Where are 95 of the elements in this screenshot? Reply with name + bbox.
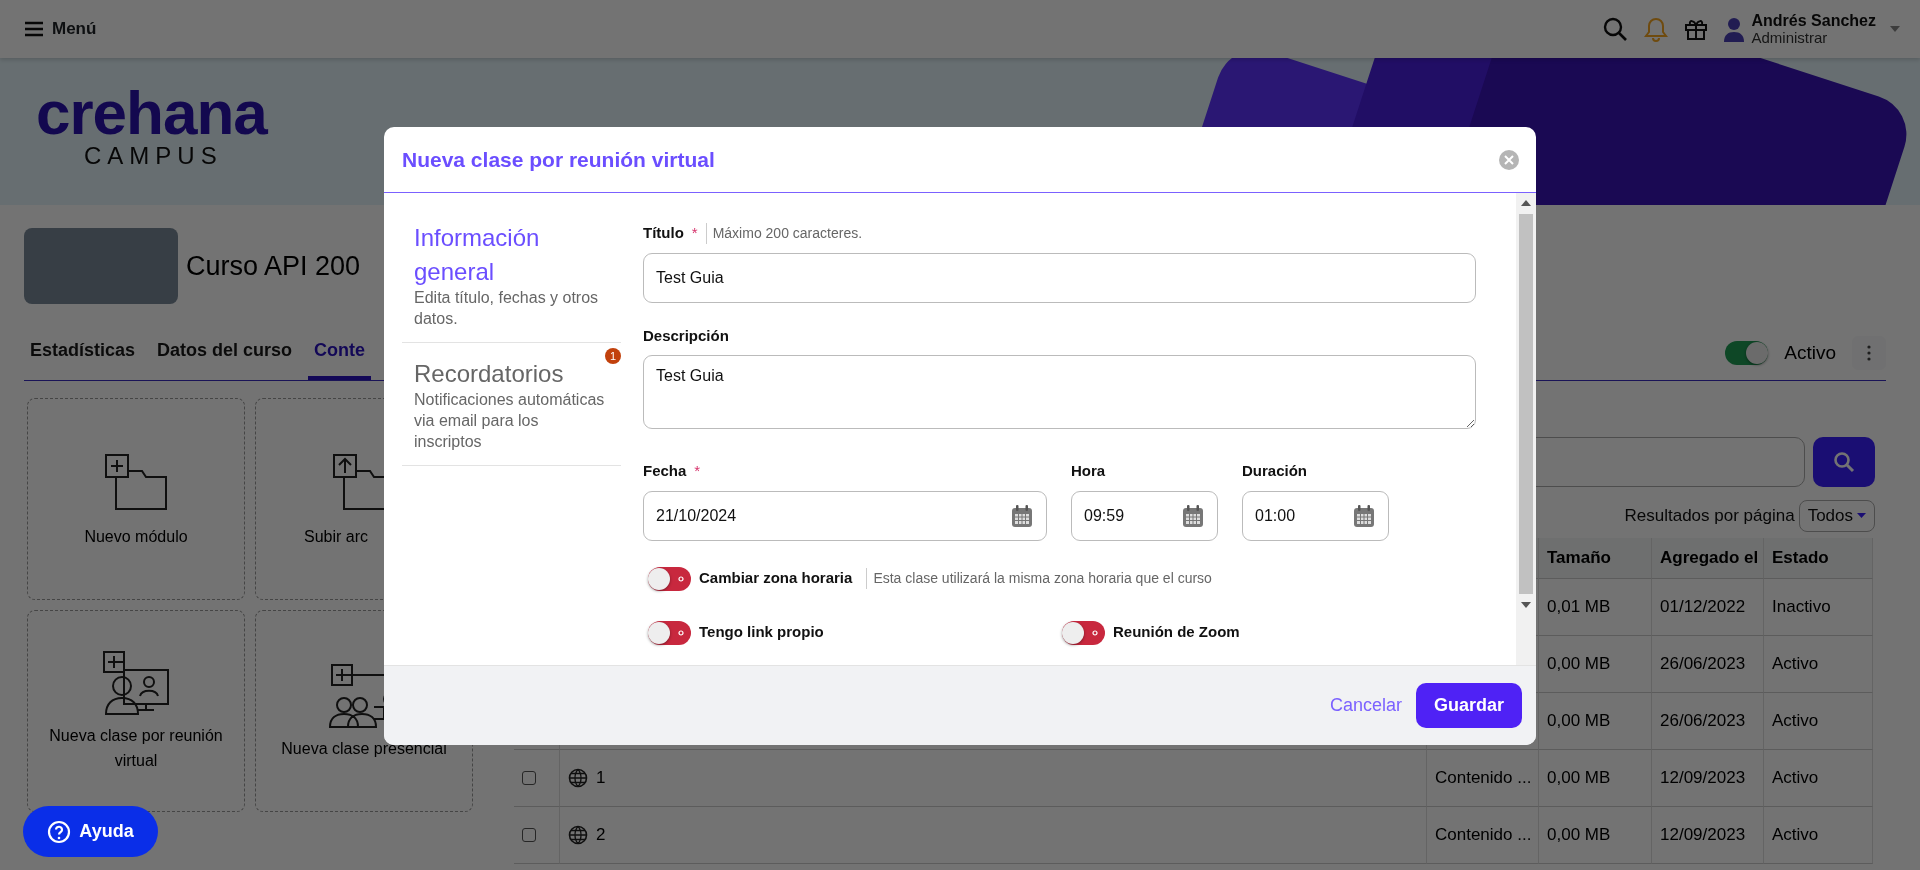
logo-wordmark: crehana: [36, 82, 267, 144]
calendar-icon: [1010, 503, 1034, 528]
table-cell-text: Contenido ...: [1435, 766, 1532, 789]
table-cell: Activo: [1764, 749, 1873, 807]
globe-icon: [568, 824, 588, 845]
dot-icon: [678, 629, 684, 636]
cancel-link[interactable]: Cancelar: [1323, 691, 1408, 720]
scroll-down-icon: [1521, 602, 1531, 608]
table-cell: Inactivo: [1764, 578, 1873, 636]
course-tab[interactable]: Datos del curso: [151, 337, 299, 380]
column-header: Agregado el: [1652, 537, 1764, 579]
table-cell: 0,01 MB: [1539, 578, 1652, 636]
column-header: Estado: [1764, 537, 1873, 579]
action-card[interactable]: Nuevo módulo: [27, 398, 245, 600]
row-checkbox[interactable]: [522, 827, 536, 842]
input-field[interactable]: Test Guia: [643, 252, 1476, 303]
table-cell: 0,00 MB: [1539, 635, 1652, 693]
calendar-icon: [1352, 503, 1376, 528]
menu-icon: [24, 21, 44, 37]
course-tab[interactable]: Conte: [308, 337, 372, 380]
table-cell: 26/06/2023: [1652, 635, 1764, 693]
close-icon[interactable]: [1498, 148, 1520, 171]
required-mark: *: [691, 223, 698, 243]
user-role: Administrar: [1751, 29, 1829, 46]
card-label: Nuevo módulo: [83, 526, 189, 547]
table-cell: 26/06/2023: [1652, 692, 1764, 750]
table-cell: 01/12/2022: [1652, 578, 1764, 636]
field-hint: Máximo 200 caracteres.: [705, 222, 863, 244]
field-label: Hora: [1071, 461, 1106, 481]
card-label: Nueva clase por reunión virtual: [48, 726, 224, 771]
date-input-field[interactable]: 01:00: [1242, 490, 1389, 541]
menu-button[interactable]: Menú: [24, 16, 97, 42]
section-title: Información general: [414, 223, 541, 287]
table-cell: 0,00 MB: [1539, 692, 1652, 750]
section-description: Edita título, fechas y otros datos.: [414, 288, 600, 329]
logo-subtitle: CAMPUS: [84, 144, 224, 168]
field-label: Título: [643, 223, 684, 243]
save-button[interactable]: Guardar: [1415, 683, 1522, 728]
gift-icon[interactable]: [1683, 17, 1708, 41]
toggle-label: Tengo link propio: [699, 622, 824, 643]
scroll-up-icon: [1521, 200, 1531, 206]
table-cell: Activo: [1764, 806, 1873, 864]
user-name[interactable]: Andrés Sanchez: [1751, 12, 1876, 30]
kebab-icon: [1867, 345, 1871, 361]
toggle-label: Reunión de Zoom: [1113, 622, 1240, 643]
avatar-icon: [1723, 16, 1744, 42]
search-icon: [1833, 451, 1855, 473]
date-input-field[interactable]: 09:59: [1071, 490, 1218, 541]
search-icon[interactable]: [1601, 16, 1628, 42]
search-button[interactable]: [1813, 437, 1875, 487]
help-button[interactable]: Ayuda: [23, 806, 158, 857]
date-input-field[interactable]: 21/10/2024: [643, 490, 1047, 541]
caret-icon: [1857, 513, 1866, 519]
toggle-switch[interactable]: [648, 620, 691, 645]
globe-icon: [568, 767, 588, 788]
status-label: Activo: [1784, 340, 1836, 365]
field-label: Descripción: [643, 325, 729, 346]
scrollbar-thumb[interactable]: [1519, 214, 1533, 594]
table-cell: 12/09/2023: [1652, 749, 1764, 807]
table-cell: 0,00 MB: [1539, 806, 1652, 864]
results-per-page-label: Resultados por página: [1624, 505, 1795, 527]
card-label: Subir arc: [303, 526, 369, 547]
required-mark: *: [694, 461, 701, 481]
field-label: Duración: [1242, 461, 1307, 481]
caret-icon[interactable]: [1890, 26, 1900, 32]
help-icon: [47, 819, 72, 844]
section-nav-item[interactable]: Recordatorios Notificaciones automáticas via email para los inscriptos 1: [402, 342, 621, 466]
calendar-icon: [1181, 503, 1205, 528]
toggle-label: Cambiar zona horaria: [699, 568, 853, 589]
status-toggle[interactable]: [1725, 341, 1769, 365]
per-page-select[interactable]: Todos: [1798, 500, 1875, 532]
notification-badge: 1: [605, 347, 621, 364]
toggle-hint: Esta clase utilizará la misma zona horaria que el curso: [866, 568, 1212, 589]
toggle-switch[interactable]: [1062, 620, 1105, 645]
dot-icon: [1092, 629, 1098, 636]
card-label: Nueva clase presencial: [280, 738, 448, 759]
course-tab[interactable]: Estadísticas: [24, 337, 142, 380]
action-card[interactable]: Nueva clase por reunión virtual: [27, 610, 245, 812]
toggle-switch[interactable]: [648, 566, 691, 591]
table-cell: 0,00 MB: [1539, 749, 1652, 807]
table-cell: Activo: [1764, 692, 1873, 750]
table-cell: Activo: [1764, 635, 1873, 693]
field-label: Fecha: [643, 461, 687, 481]
dialog-title: Nueva clase por reunión virtual: [402, 146, 715, 173]
course-title: Curso API 200: [186, 249, 361, 283]
column-header: Tamaño: [1539, 537, 1652, 579]
text-area[interactable]: Test Guia: [643, 355, 1476, 429]
section-nav-item[interactable]: Información general Edita título, fechas y otros datos.: [402, 221, 621, 343]
table-cell-text: Contenido ...: [1435, 823, 1532, 846]
table-cell-text: 2: [596, 823, 606, 846]
table-cell-text: 1: [596, 766, 606, 789]
table-cell: 12/09/2023: [1652, 806, 1764, 864]
row-checkbox[interactable]: [522, 770, 536, 785]
section-title: Recordatorios: [414, 358, 565, 389]
dot-icon: [678, 575, 684, 582]
